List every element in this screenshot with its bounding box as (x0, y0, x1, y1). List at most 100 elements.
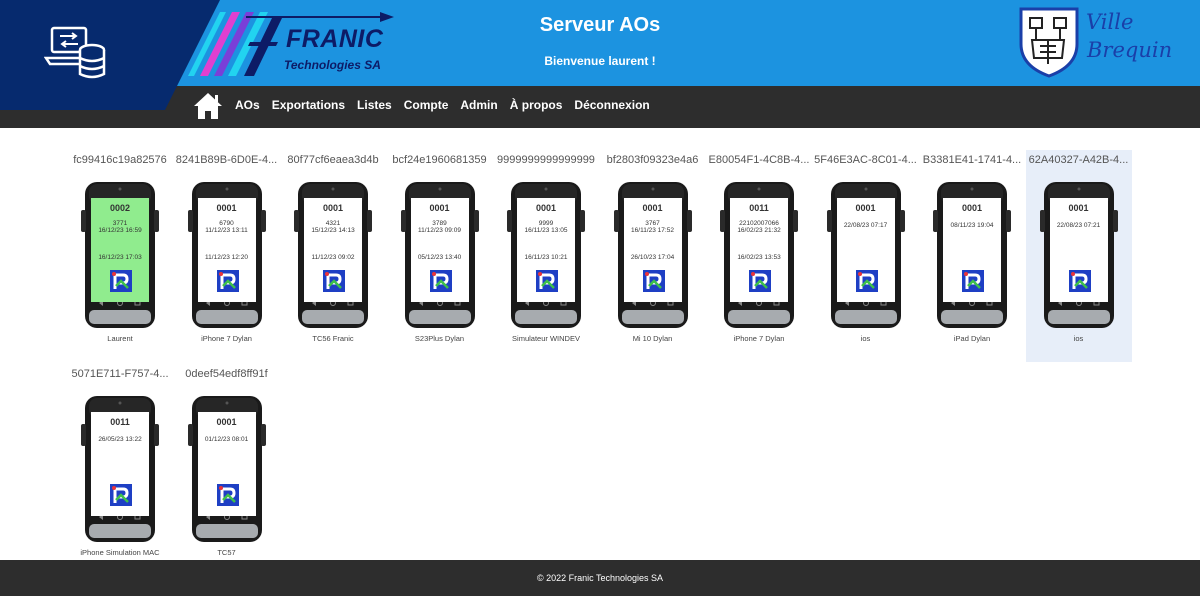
device-code: 0001 (429, 203, 450, 213)
device-card[interactable]: 5071E711-F757-4... 0011 26/05/23 13:22 i… (67, 364, 173, 576)
device-id: B3381E41-1741-4... (922, 154, 1022, 166)
device-code: 0001 (322, 203, 344, 213)
device-line3: 05/12/23 13:40 (417, 254, 462, 261)
device-code: 0001 (642, 203, 663, 213)
app-logo-icon (855, 270, 878, 292)
footer: © 2022 Franic Technologies SA (0, 560, 1200, 596)
device-line2: 26/05/23 13:22 (98, 436, 142, 443)
logo-company-name: FRANIC (286, 25, 384, 53)
nav-aos[interactable]: AOs (235, 98, 260, 112)
device-line2: 16/11/23 17:52 (631, 227, 674, 234)
device-code: 0001 (535, 203, 557, 213)
device-card[interactable]: 62A40327-A42B-4... 0001 22/08/23 07:21 i… (1025, 150, 1132, 362)
welcome-message: Bienvenue laurent ! (544, 54, 656, 68)
app-root: FRANIC Technologies SA Serveur AOs Bienv… (0, 0, 1200, 596)
device-screen: 0002 3771 16/12/23 16:59 16/12/23 17:03 (91, 198, 149, 302)
device-name: TC57 (217, 548, 236, 557)
nav-compte[interactable]: Compte (404, 98, 449, 112)
main-nav: AOs Exportations Listes Compte Admin À p… (235, 98, 662, 112)
nav-listes[interactable]: Listes (357, 98, 392, 112)
app-logo-icon (216, 484, 239, 506)
device-name: ios (1073, 334, 1084, 343)
device-card[interactable]: 9999999999999999 0001 9999 16/11/23 13:0… (493, 150, 599, 362)
page-title: Serveur AOs (539, 14, 661, 36)
device-card[interactable]: bcf24e1960681359 0001 3789 11/12/23 09:0… (387, 150, 493, 362)
device-id: 62A40327-A42B-4... (1028, 154, 1129, 166)
device-screen: 0011 26/05/23 13:22 (91, 412, 149, 516)
device-name: iPhone 7 Dylan (201, 334, 252, 343)
device-screen: 0001 01/12/23 08:01 (197, 412, 256, 516)
device-name: Simulateur WINDEV (512, 334, 580, 343)
device-line1: 3767 (645, 220, 660, 227)
franic-logo[interactable]: FRANIC Technologies SA (180, 8, 402, 80)
device-id: 5F46E3AC-8C01-4... (814, 154, 917, 166)
app-logo-icon (110, 270, 132, 292)
app-logo-icon (642, 270, 665, 292)
town-name-line1: Ville (1086, 10, 1134, 34)
device-name: iPhone Simulation MAC (80, 548, 160, 557)
device-line2: 15/12/23 14:13 (311, 227, 355, 234)
device-line3: 26/10/23 17:04 (630, 254, 675, 261)
device-card[interactable]: B3381E41-1741-4... 0001 08/11/23 19:04 i… (919, 150, 1025, 362)
device-screen: 0001 6790 11/12/23 13:11 11/12/23 12:20 (197, 198, 256, 302)
device-screen: 0011 22102007066 16/02/23 21:32 16/02/23… (730, 198, 788, 302)
device-id: 8241B89B-6D0E-4... (175, 154, 278, 166)
device-line1: 3771 (112, 220, 128, 227)
device-screen: 0001 9999 16/11/23 13:05 16/11/23 10:21 (517, 198, 575, 302)
device-card[interactable]: bf2803f09323e4a6 0001 3767 16/11/23 17:5… (600, 150, 706, 362)
app-logo-icon (110, 484, 132, 506)
device-id: E80054F1-4C8B-4... (708, 154, 810, 166)
nav-admin[interactable]: Admin (460, 98, 497, 112)
nav-deconnexion[interactable]: Déconnexion (574, 98, 649, 112)
device-code: 0001 (961, 203, 983, 213)
app-logo-icon (749, 270, 771, 292)
device-code: 0001 (216, 417, 237, 427)
device-name: Laurent (107, 334, 133, 343)
device-code: 0001 (216, 203, 237, 213)
device-code: 0002 (109, 203, 131, 213)
device-line3: 16/11/23 10:21 (524, 254, 568, 261)
device-card[interactable]: fc99416c19a82576 0002 3771 16/12/23 16:5… (67, 150, 173, 362)
nav-a-propos[interactable]: À propos (510, 98, 563, 112)
home-icon[interactable] (192, 91, 224, 121)
device-line1: 22102007066 (739, 220, 779, 227)
device-code: 0001 (1068, 203, 1089, 213)
device-line1: 3789 (432, 220, 447, 227)
device-screen: 0001 4321 15/12/23 14:13 11/12/23 09:02 (304, 198, 362, 302)
town-name-line2: Brequin (1087, 38, 1173, 62)
device-line1: 6790 (219, 220, 234, 227)
device-line2: 01/12/23 08:01 (204, 436, 249, 443)
device-screen: 0001 22/08/23 07:17 (836, 198, 895, 302)
town-crest-icon (1019, 7, 1079, 78)
device-line1: 4321 (325, 220, 341, 227)
device-id: 80f77cf6eaea3d4b (287, 154, 379, 166)
server-laptop-icon (44, 26, 106, 79)
app-logo-icon (323, 270, 345, 292)
device-line2: 16/11/23 13:05 (524, 227, 568, 234)
app-logo-icon (216, 270, 239, 292)
device-name: ios (860, 334, 871, 343)
device-card[interactable]: 0deef54edf8ff91f 0001 01/12/23 08:01 TC5… (174, 364, 280, 576)
app-logo-icon (962, 270, 984, 292)
device-card[interactable]: 5F46E3AC-8C01-4... 0001 22/08/23 07:17 i… (813, 150, 919, 362)
footer-copyright: © 2022 Franic Technologies SA (536, 573, 664, 583)
device-name: iPad Dylan (953, 334, 991, 343)
device-id: bf2803f09323e4a6 (606, 154, 699, 166)
device-code: 0011 (749, 203, 769, 213)
device-name: TC56 Franic (312, 334, 354, 343)
device-line2: 16/02/23 21:32 (737, 227, 781, 234)
device-id: 5071E711-F757-4... (71, 368, 169, 380)
device-line3: 16/02/23 13:53 (737, 254, 781, 261)
app-logo-icon (429, 270, 452, 292)
device-name: iPhone 7 Dylan (733, 334, 785, 343)
app-logo-icon (1068, 270, 1091, 292)
device-line2: 11/12/23 13:11 (205, 227, 248, 234)
device-card[interactable]: E80054F1-4C8B-4... 0011 22102007066 16/0… (706, 150, 812, 362)
device-line2: 22/08/23 07:21 (1056, 222, 1101, 229)
device-screen: 0001 22/08/23 07:21 (1049, 198, 1108, 302)
device-card[interactable]: 80f77cf6eaea3d4b 0001 4321 15/12/23 14:1… (280, 150, 386, 362)
app-logo-icon (536, 270, 558, 292)
device-line2: 08/11/23 19:04 (950, 222, 994, 229)
device-card[interactable]: 8241B89B-6D0E-4... 0001 6790 11/12/23 13… (174, 150, 280, 362)
nav-exportations[interactable]: Exportations (272, 98, 345, 112)
